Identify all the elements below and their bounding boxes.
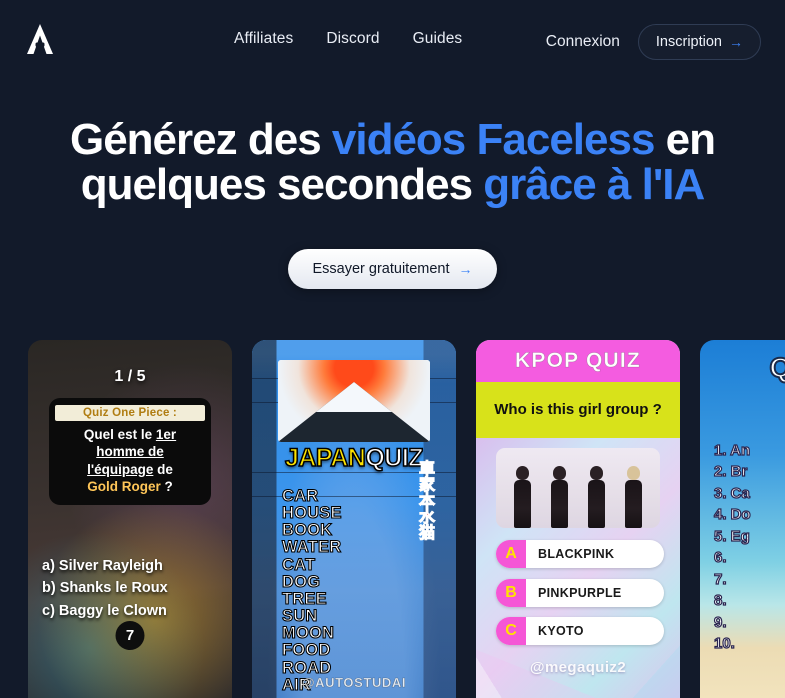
list-item: 10. [713, 634, 735, 652]
option-letter: B [496, 579, 526, 607]
girl-group-photo [496, 448, 660, 528]
hero-line1-a: Générez des [69, 115, 332, 164]
beach-quiz-title: QUIZ [769, 351, 785, 384]
list-item: 1. An [713, 441, 751, 459]
quiz-counter: 1 / 5 [114, 368, 146, 385]
list-item: HOUSE [281, 504, 342, 523]
kpop-option-a[interactable]: A BLACKPINK [496, 540, 664, 568]
person-figure [548, 466, 572, 528]
try-free-button[interactable]: Essayer gratuitement → [288, 249, 497, 289]
japan-title-yellow: JAPAN [284, 443, 366, 473]
list-item: 8. [713, 591, 727, 610]
japan-word-list: CAR HOUSE BOOK WATER CAT DOG TREE SUN MO… [281, 487, 342, 694]
list-item: FOOD [281, 641, 331, 660]
signup-button-label: Inscription [655, 34, 722, 50]
hero-section: Générez des vidéos Faceless en quelques … [0, 115, 785, 209]
kpop-quiz-header: KPOP QUIZ [476, 340, 680, 382]
nav-link-guides[interactable]: Guides [413, 30, 463, 48]
login-link[interactable]: Connexion [546, 33, 620, 51]
nav-link-discord[interactable]: Discord [326, 30, 379, 48]
video-card-kpop-quiz[interactable]: KPOP QUIZ Who is this girl group ? A BLA… [476, 340, 680, 698]
kpop-question-text: Who is this girl group ? [494, 401, 662, 418]
option-text: KYOTO [538, 624, 584, 638]
list-item: 4. Do [713, 506, 751, 524]
hero-line2-a: quelques secondes [80, 159, 484, 209]
question-underline-2: homme de [96, 444, 164, 460]
quiz-answer-c[interactable]: c) Baggy le Clown [42, 600, 228, 622]
quiz-answer-b[interactable]: b) Shanks le Roux [42, 577, 228, 599]
option-letter: C [496, 617, 526, 645]
watermark-megaquiz2: @megaquiz2 [529, 659, 627, 676]
quiz-question-box: Quiz One Piece : Quel est le 1er homme d… [49, 398, 211, 506]
list-item: TREE [281, 589, 327, 608]
list-item: WATER [281, 538, 342, 557]
hero-line2-highlight: grâce à l'IA [483, 159, 705, 209]
video-card-one-piece-quiz[interactable]: 1 / 5 Quiz One Piece : Quel est le 1er h… [28, 340, 232, 698]
cta-container: Essayer gratuitement → [0, 249, 785, 289]
quiz-question-text: Quel est le 1er homme de l'équipage de G… [55, 426, 205, 495]
kpop-header-label: KPOP QUIZ [515, 349, 641, 373]
page-title: Générez des vidéos Faceless en quelques … [0, 115, 785, 209]
signup-button[interactable]: Inscription → [637, 24, 761, 60]
mount-fuji-image [278, 360, 430, 442]
list-item: BOOK [281, 521, 333, 540]
option-letter: A [496, 540, 526, 568]
question-gold-text: Gold Roger [87, 478, 161, 494]
beach-quiz-list: 1. An 2. Br 3. Ca 4. Do 5. Eg 6. 7. 8. 9… [713, 440, 751, 654]
list-item: CAT [281, 555, 316, 574]
hero-line1-highlight: vidéos Faceless [331, 115, 656, 164]
option-text: BLACKPINK [538, 547, 615, 561]
nav-actions: Connexion Inscription → [546, 24, 761, 60]
brand-logo-icon[interactable] [24, 20, 56, 58]
arrow-right-icon: → [729, 34, 743, 50]
quiz-timer-badge: 7 [115, 621, 145, 650]
kpop-option-b[interactable]: B PINKPURPLE [496, 579, 664, 607]
nav-links: Affiliates Discord Guides [234, 30, 462, 48]
list-item: 2. Br [713, 463, 748, 481]
question-end: ? [164, 478, 173, 494]
japanese-kanji-text: 車家本水猫 [416, 460, 434, 541]
watermark-autostudai: @AUTOSTUDAI [301, 675, 407, 691]
list-item: MOON [281, 624, 335, 643]
video-card-carousel[interactable]: 1 / 5 Quiz One Piece : Quel est le 1er h… [0, 340, 785, 698]
list-item: 7. [713, 570, 727, 588]
question-part-1: Quel est le [83, 427, 156, 442]
list-item: 9. [713, 613, 727, 631]
list-item: CAR [281, 487, 319, 505]
question-underline-1: 1er [155, 427, 177, 442]
question-part-2: de [153, 461, 173, 477]
kpop-option-c[interactable]: C KYOTO [496, 617, 664, 645]
top-navbar: Affiliates Discord Guides Connexion Insc… [0, 0, 785, 80]
list-item: DOG [281, 572, 321, 591]
nav-link-affiliates[interactable]: Affiliates [234, 30, 293, 48]
person-figure [622, 466, 646, 528]
option-text: PINKPURPLE [538, 586, 622, 600]
quiz-answer-a[interactable]: a) Silver Rayleigh [42, 555, 228, 577]
video-card-japan-quiz[interactable]: JAPANQUIZ CAR HOUSE BOOK WATER CAT DOG T… [252, 340, 456, 698]
try-free-label: Essayer gratuitement [312, 261, 450, 277]
list-item: 3. Ca [713, 484, 750, 502]
person-figure [511, 466, 535, 528]
kpop-question-banner: Who is this girl group ? [476, 382, 680, 438]
list-item: 5. Eg [713, 527, 750, 545]
hero-line1-b: en [654, 115, 716, 164]
quiz-answers: a) Silver Rayleigh b) Shanks le Roux c) … [42, 555, 228, 622]
landing-page: Affiliates Discord Guides Connexion Insc… [0, 0, 785, 698]
video-card-beach-quiz[interactable]: QUIZ 1. An 2. Br 3. Ca 4. Do 5. Eg 6. 7.… [700, 340, 785, 698]
quiz-title: Quiz One Piece : [55, 405, 205, 421]
arrow-right-icon: → [458, 261, 473, 277]
list-item: SUN [281, 607, 318, 626]
list-item: 6. [713, 549, 727, 567]
person-figure [585, 466, 609, 528]
question-underline-3: l'équipage [87, 461, 154, 477]
